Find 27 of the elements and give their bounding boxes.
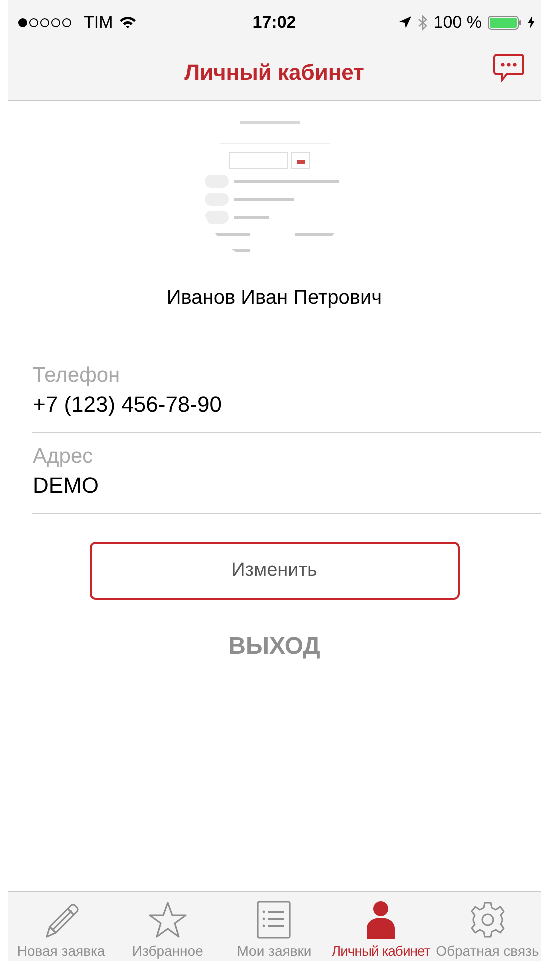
tab-item[interactable]: Личный кабинет: [328, 892, 434, 961]
gear-icon: [468, 901, 507, 939]
field-value: +7 (123) 456-78-90: [33, 392, 223, 418]
battery-icon: [488, 16, 522, 30]
bluetooth-icon: [418, 14, 428, 30]
wifi-icon: [119, 16, 138, 29]
tab-item[interactable]: Избранное: [114, 892, 222, 961]
status-time: 17:02: [252, 12, 296, 32]
star-icon: [148, 901, 188, 939]
page-title: Личный кабинет: [184, 60, 364, 86]
person-icon: [366, 901, 396, 939]
field-label: Телефон: [33, 364, 122, 388]
battery-percent: 100 %: [434, 12, 482, 32]
carrier-name: TIM: [84, 12, 114, 32]
edit-button[interactable]: Изменить: [90, 542, 460, 600]
field-label: Адрес: [33, 445, 94, 469]
location-arrow-icon: [398, 16, 412, 29]
user-name: Иванов Иван Петрович: [166, 287, 382, 310]
field-value: DEMO: [33, 473, 100, 499]
logout-button[interactable]: ВЫХОД: [222, 632, 326, 662]
charging-bolt-icon: [528, 16, 535, 29]
tab-item[interactable]: Мои заявки: [221, 892, 328, 961]
tab-item[interactable]: Обратная связь: [434, 892, 541, 961]
chat-bubble-icon: [493, 53, 525, 83]
list-icon: [257, 901, 292, 939]
tab-item[interactable]: Новая заявка: [8, 892, 115, 961]
chat-button[interactable]: [493, 53, 525, 83]
